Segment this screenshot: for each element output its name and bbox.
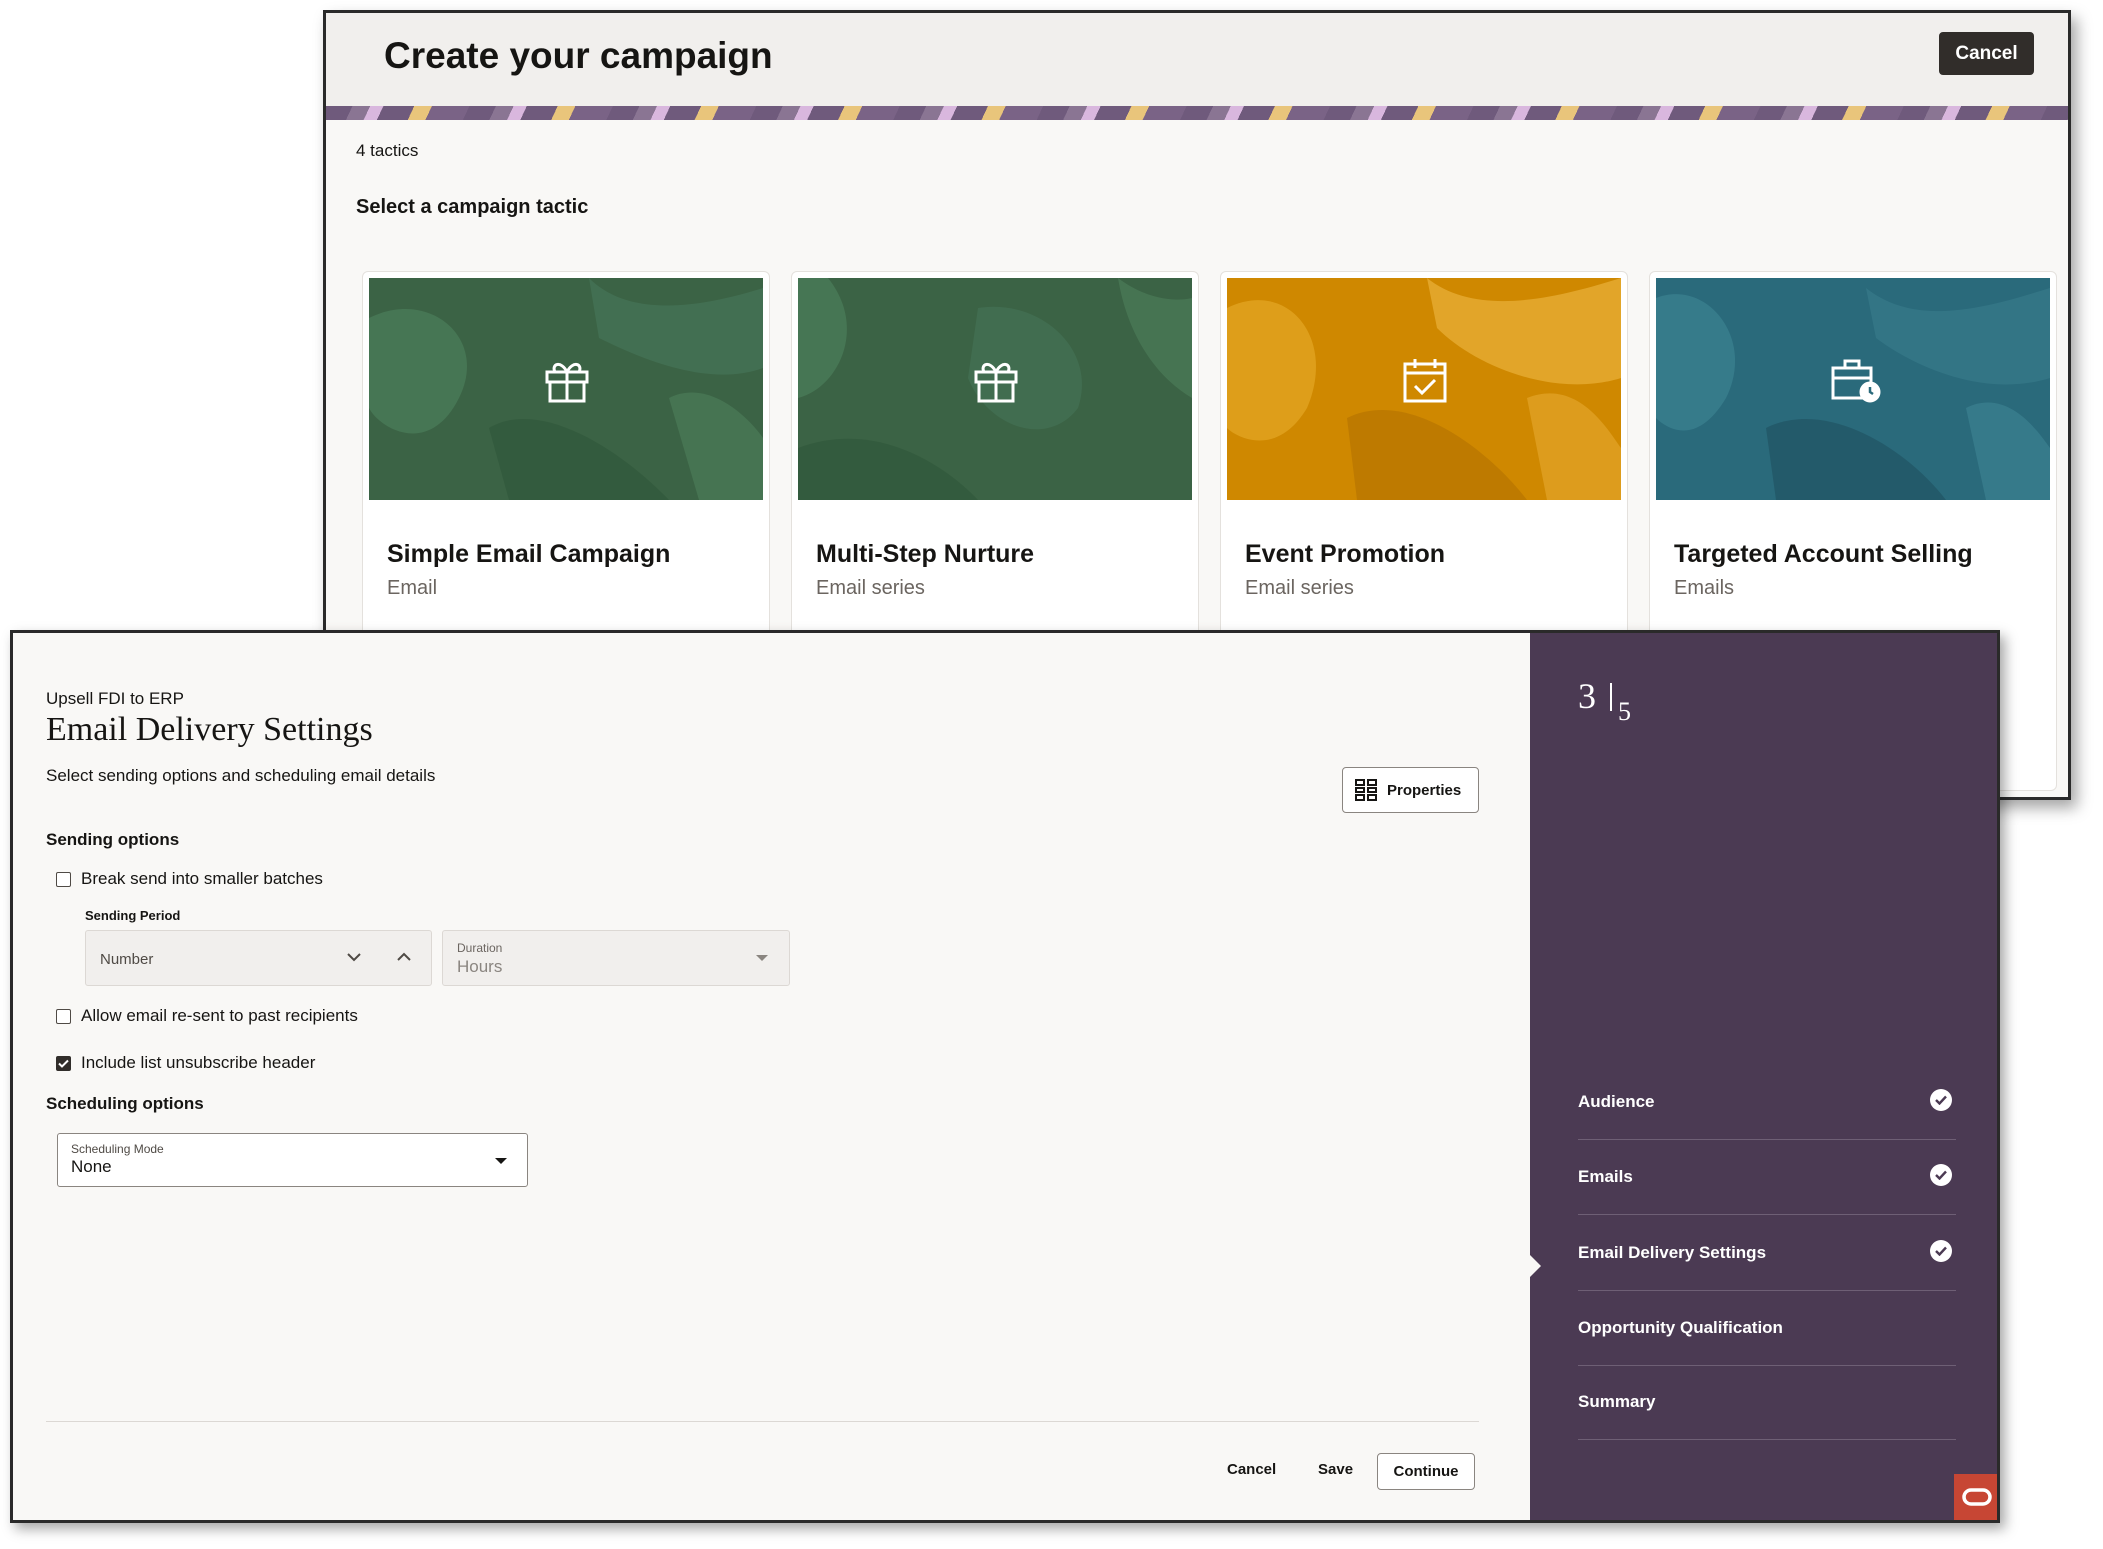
footer-save-button[interactable]: Save bbox=[1318, 1461, 1353, 1478]
tactics-count: 4 tactics bbox=[356, 141, 419, 160]
resend-label: Allow email re-sent to past recipients bbox=[81, 1006, 358, 1025]
footer-cancel-button[interactable]: Cancel bbox=[1227, 1461, 1276, 1478]
dialog-header: Create your campaign Cancel bbox=[326, 13, 2068, 106]
step-email-delivery-settings[interactable]: Email Delivery Settings bbox=[1578, 1216, 1956, 1291]
step-label: Opportunity Qualification bbox=[1578, 1318, 1783, 1337]
tactic-subtitle: Email series bbox=[816, 577, 925, 599]
total-steps-number: 5 bbox=[1618, 697, 1631, 726]
scheduling-mode-select[interactable]: Scheduling Mode None bbox=[57, 1133, 528, 1187]
chevron-up-icon[interactable] bbox=[396, 951, 412, 963]
sending-period-label: Sending Period bbox=[85, 908, 181, 923]
tactic-title: Event Promotion bbox=[1245, 540, 1446, 568]
tactic-card-image bbox=[1656, 278, 2050, 500]
tactic-subtitle: Email series bbox=[1245, 577, 1354, 599]
properties-button[interactable]: Properties bbox=[1342, 767, 1479, 813]
number-placeholder: Number bbox=[100, 951, 154, 968]
step-summary[interactable]: Summary bbox=[1578, 1365, 1956, 1440]
briefcase-clock-icon bbox=[1831, 359, 1881, 403]
gift-icon bbox=[974, 363, 1018, 403]
step-label: Audience bbox=[1578, 1092, 1655, 1111]
sending-options-heading: Sending options bbox=[46, 830, 180, 849]
dialog-title: Create your campaign bbox=[384, 35, 773, 76]
tactic-subtitle: Emails bbox=[1674, 577, 1735, 599]
chevron-down-icon[interactable] bbox=[346, 951, 362, 963]
tactic-title: Simple Email Campaign bbox=[387, 540, 671, 568]
check-circle-icon bbox=[1930, 1240, 1952, 1262]
step-opportunity-qualification[interactable]: Opportunity Qualification bbox=[1578, 1291, 1956, 1366]
tactic-title: Multi-Step Nurture bbox=[816, 540, 1035, 568]
duration-label: Duration bbox=[457, 941, 503, 955]
select-tactic-heading: Select a campaign tactic bbox=[356, 196, 589, 218]
page-description: Select sending options and scheduling em… bbox=[46, 766, 436, 785]
checkmark-icon bbox=[58, 1059, 69, 1068]
step-label: Emails bbox=[1578, 1167, 1633, 1186]
scheduling-mode-value: None bbox=[71, 1157, 112, 1176]
page-title: Email Delivery Settings bbox=[46, 711, 373, 748]
calendar-check-icon bbox=[1403, 359, 1447, 403]
decorative-banner bbox=[326, 106, 2068, 120]
caret-down-icon bbox=[756, 955, 768, 961]
unsubscribe-checkbox[interactable] bbox=[56, 1055, 71, 1071]
number-stepper[interactable]: Number bbox=[85, 930, 432, 986]
email-delivery-settings-window: Upsell FDI to ERP Email Delivery Setting… bbox=[10, 630, 2000, 1523]
step-audience[interactable]: Audience bbox=[1578, 1065, 1956, 1140]
settings-main: Upsell FDI to ERP Email Delivery Setting… bbox=[13, 633, 1530, 1520]
check-circle-icon bbox=[1930, 1089, 1952, 1111]
caret-down-icon bbox=[495, 1158, 507, 1164]
unsubscribe-label: Include list unsubscribe header bbox=[81, 1053, 316, 1072]
duration-value: Hours bbox=[457, 957, 503, 976]
scheduling-options-heading: Scheduling options bbox=[46, 1094, 204, 1113]
footer-divider bbox=[46, 1421, 1479, 1422]
oracle-logo-icon[interactable] bbox=[1954, 1474, 1997, 1520]
tactic-card-image bbox=[1227, 278, 1621, 500]
breadcrumb: Upsell FDI to ERP bbox=[46, 689, 184, 708]
current-step-number: 3 bbox=[1578, 676, 1596, 716]
cancel-button[interactable]: Cancel bbox=[1939, 32, 2034, 75]
break-send-label: Break send into smaller batches bbox=[81, 869, 323, 888]
duration-select[interactable]: Duration Hours bbox=[442, 930, 790, 986]
step-label: Email Delivery Settings bbox=[1578, 1243, 1767, 1262]
break-send-checkbox[interactable] bbox=[56, 871, 71, 887]
resend-checkbox[interactable] bbox=[56, 1008, 71, 1024]
current-step-marker bbox=[1530, 1255, 1541, 1277]
step-emails[interactable]: Emails bbox=[1578, 1140, 1956, 1215]
progress-panel: 3 5 Audience Emails Email Delivery Setti… bbox=[1530, 633, 1997, 1520]
break-send-option[interactable]: Break send into smaller batches bbox=[56, 869, 323, 889]
continue-button[interactable]: Continue bbox=[1377, 1453, 1475, 1490]
grid-icon bbox=[1355, 779, 1377, 801]
tactic-subtitle: Email bbox=[387, 577, 438, 599]
tactic-card-image bbox=[798, 278, 1192, 500]
scheduling-mode-label: Scheduling Mode bbox=[71, 1142, 164, 1156]
unsubscribe-option[interactable]: Include list unsubscribe header bbox=[56, 1053, 315, 1073]
tactic-card-image bbox=[369, 278, 763, 500]
tactic-title: Targeted Account Selling bbox=[1674, 540, 1973, 568]
check-circle-icon bbox=[1930, 1164, 1952, 1186]
resend-option[interactable]: Allow email re-sent to past recipients bbox=[56, 1006, 358, 1026]
gift-icon bbox=[545, 363, 589, 403]
properties-label: Properties bbox=[1387, 781, 1462, 799]
step-label: Summary bbox=[1578, 1392, 1656, 1411]
step-separator bbox=[1610, 683, 1612, 711]
